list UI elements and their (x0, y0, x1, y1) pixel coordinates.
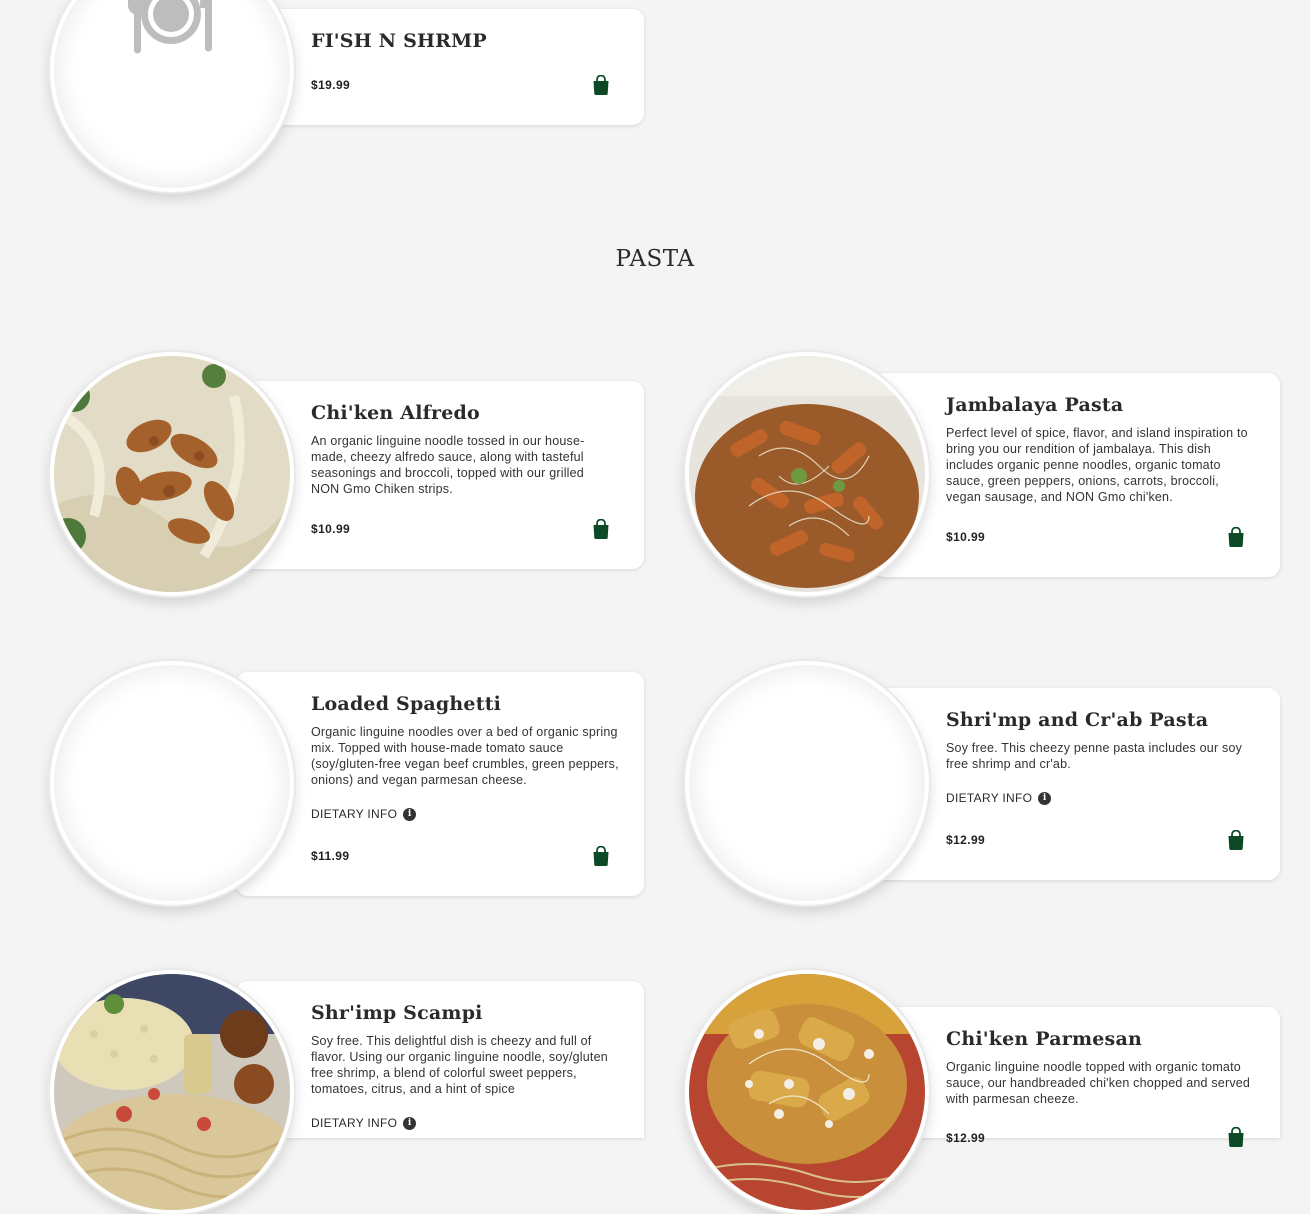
menu-item-image-placeholder[interactable] (50, 661, 294, 905)
shopping-bag-icon[interactable] (592, 75, 610, 95)
dietary-info-link[interactable]: DIETARY INFO i (311, 1116, 621, 1130)
menu-item-image[interactable] (685, 352, 929, 596)
menu-item-image[interactable] (50, 970, 294, 1214)
menu-item-image[interactable] (685, 970, 929, 1214)
menu-item-image-placeholder[interactable] (50, 0, 294, 192)
dietary-info-label: DIETARY INFO (311, 1116, 398, 1130)
menu-item-price: $12.99 (946, 1131, 986, 1145)
shopping-bag-icon[interactable] (1227, 1127, 1245, 1147)
menu-item-price: $11.99 (311, 849, 350, 863)
food-photo (689, 356, 925, 592)
shopping-bag-icon[interactable] (1227, 527, 1245, 547)
menu-item-image-placeholder[interactable] (685, 661, 929, 905)
dietary-info-link[interactable]: DIETARY INFO i (946, 791, 1256, 805)
info-icon[interactable]: i (403, 807, 417, 821)
menu-item-title: Jambalaya Pasta (946, 394, 1124, 416)
menu-item-price: $10.99 (946, 530, 986, 544)
menu-item-description: Soy free. This delightful dish is cheezy… (311, 1034, 608, 1096)
menu-item-price: $10.99 (311, 522, 351, 536)
menu-item-description: Organic linguine noodle topped with orga… (946, 1060, 1251, 1106)
info-icon[interactable]: i (403, 1116, 417, 1130)
food-photo (54, 974, 290, 1210)
menu-item-description: Perfect level of spice, flavor, and isla… (946, 426, 1248, 504)
shopping-bag-icon[interactable] (1227, 830, 1245, 850)
menu-item-price: $19.99 (311, 78, 351, 92)
menu-item-title: Chi'ken Parmesan (946, 1028, 1142, 1050)
dietary-info-link[interactable]: DIETARY INFO i (311, 807, 621, 821)
menu-item-image[interactable] (50, 352, 294, 596)
info-icon[interactable]: i (1038, 791, 1052, 805)
plate-fork-knife-icon (128, 0, 212, 54)
menu-item-title: Loaded Spaghetti (311, 693, 502, 715)
menu-item-price: $12.99 (946, 833, 986, 847)
menu-item-description: Organic linguine noodles over a bed of o… (311, 725, 619, 787)
menu-item-description: Soy free. This cheezy penne pasta includ… (946, 741, 1243, 771)
menu-item-title: Chi'ken Alfredo (311, 402, 480, 424)
dietary-info-label: DIETARY INFO (311, 807, 398, 821)
menu-item-title: Shri'mp and Cr'ab Pasta (946, 709, 1209, 731)
section-title: PASTA (615, 246, 695, 272)
shopping-bag-icon[interactable] (592, 846, 610, 866)
menu-item-card[interactable] (236, 9, 644, 125)
food-photo (54, 356, 290, 592)
dietary-info-label: DIETARY INFO (946, 791, 1033, 805)
menu-item-title: Shr'imp Scampi (311, 1002, 483, 1024)
food-photo (689, 974, 925, 1210)
menu-item-description: An organic linguine noodle tossed in our… (311, 434, 585, 496)
shopping-bag-icon[interactable] (592, 519, 610, 539)
menu-item-title: FI'SH N SHRMP (311, 30, 487, 52)
